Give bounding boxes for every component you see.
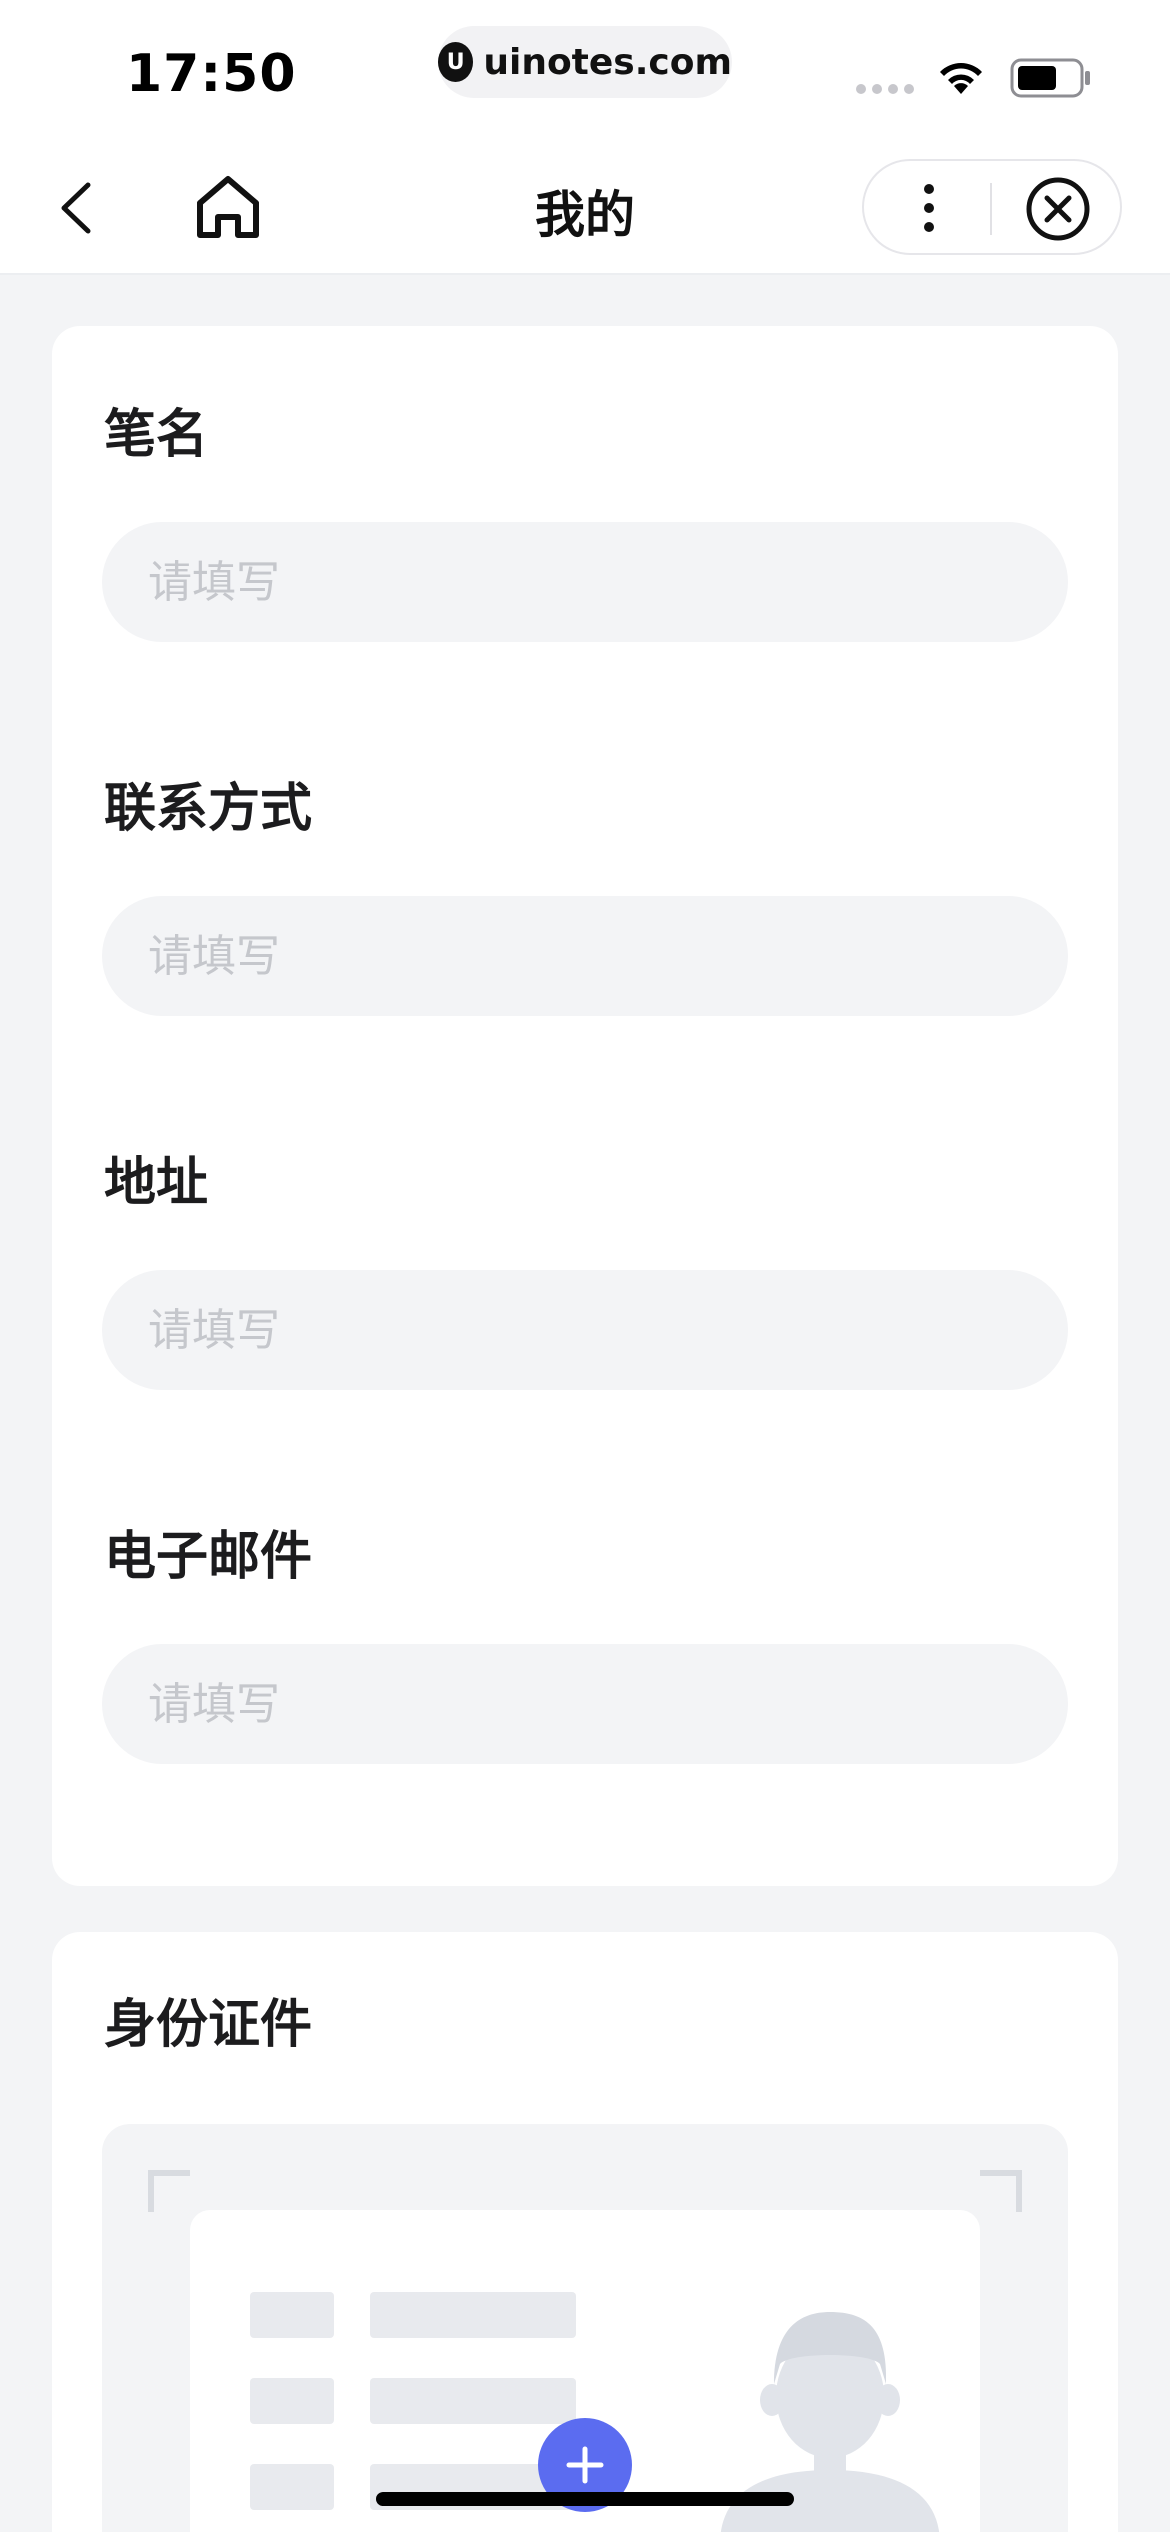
frame-corner [148,2170,190,2212]
battery-icon [1010,58,1090,98]
id-field-bar [250,2464,334,2510]
id-field-bar [250,2378,334,2424]
email-input[interactable] [102,1644,1068,1764]
pen-name-label: 笔名 [104,405,209,465]
profile-form-card: 笔名 联系方式 地址 电子邮件 [52,326,1118,1886]
more-vertical-icon[interactable] [894,173,964,243]
nav-bar: 我的 [0,145,1170,275]
email-label: 电子邮件 [104,1527,313,1587]
mini-program-capsule [862,159,1122,255]
contact-label: 联系方式 [104,779,313,839]
id-field-bar [250,2292,334,2338]
frame-corner [980,2170,1022,2212]
wifi-icon [940,63,982,94]
id-field-bar [370,2292,576,2338]
capsule-divider [990,183,992,235]
contact-input[interactable] [102,896,1068,1016]
status-bar: 17:50 U uinotes.com [0,0,1170,145]
close-circle-icon[interactable] [1022,173,1094,245]
plus-icon [566,2446,604,2484]
site-logo-icon: U [438,42,474,82]
status-time: 17:50 [126,44,297,104]
address-label: 地址 [104,1153,209,1213]
address-input[interactable] [102,1270,1068,1390]
cellular-signal-icon [856,84,914,94]
id-document-label: 身份证件 [104,1995,313,2055]
home-indicator [376,2492,794,2506]
id-field-bar [370,2378,576,2424]
pen-name-input[interactable] [102,522,1068,642]
url-text: uinotes.com [483,41,732,83]
url-pill[interactable]: U uinotes.com [438,26,732,98]
